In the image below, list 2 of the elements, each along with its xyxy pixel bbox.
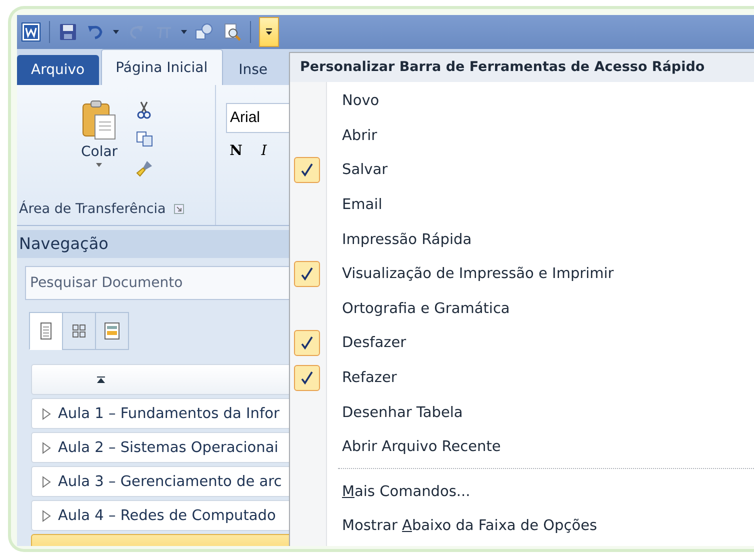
group-label: Área de Transferência: [19, 201, 166, 217]
menu-title: Personalizar Barra de Ferramentas de Acesso Rápido: [290, 53, 754, 82]
